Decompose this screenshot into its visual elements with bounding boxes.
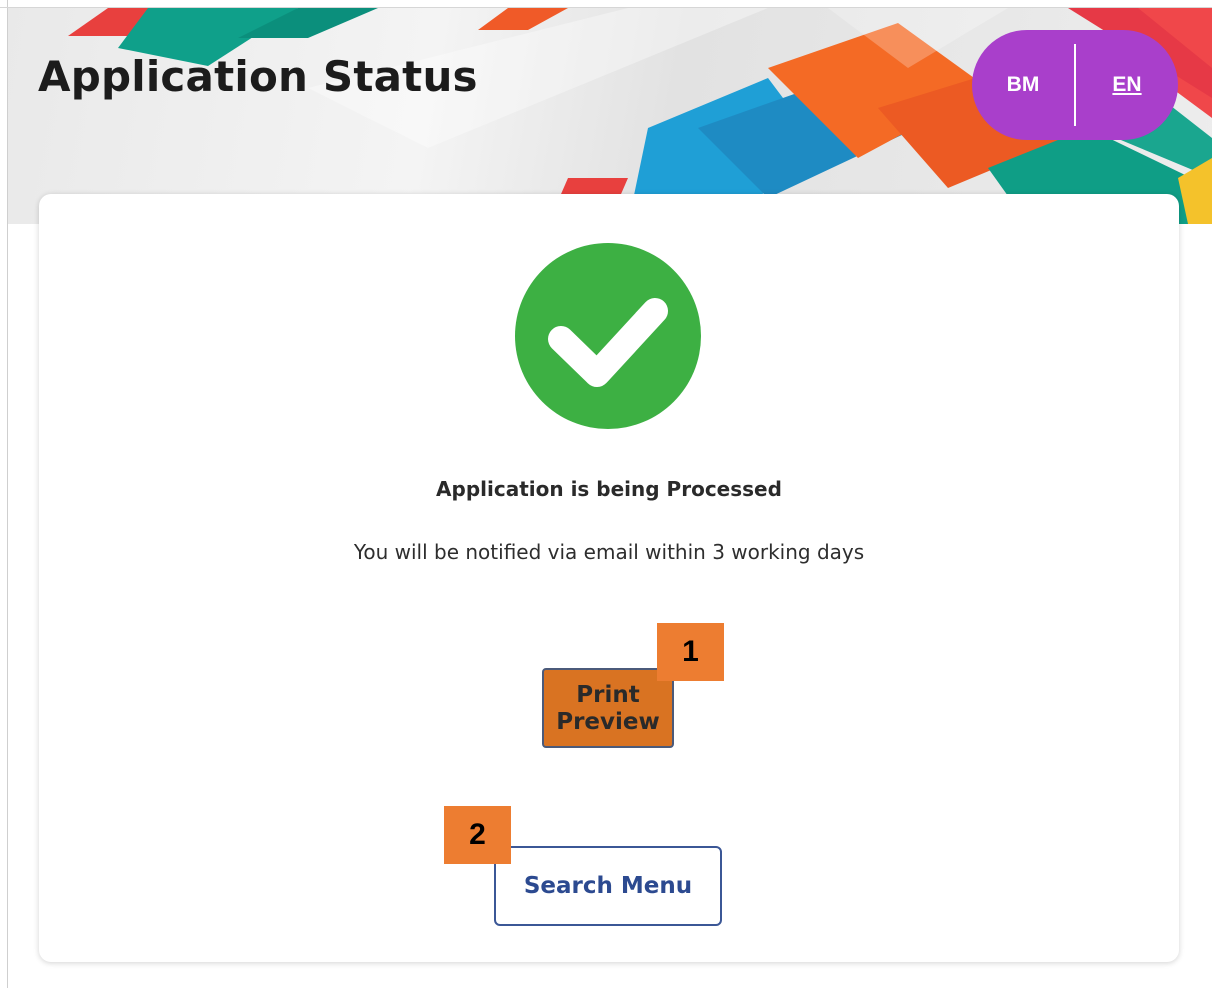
status-message: You will be notified via email within 3 … <box>353 540 865 564</box>
search-menu-button[interactable]: Search Menu <box>494 846 722 926</box>
language-option-en[interactable]: EN <box>1076 73 1178 97</box>
status-card: Application is being Processed You will … <box>39 194 1179 962</box>
annotation-marker-2: 2 <box>444 806 511 864</box>
left-border <box>7 0 8 988</box>
language-option-bm[interactable]: BM <box>972 73 1074 97</box>
status-heading: Application is being Processed <box>436 477 782 501</box>
annotation-marker-1: 1 <box>657 623 724 681</box>
print-preview-button[interactable]: Print Preview <box>542 668 674 748</box>
page-title: Application Status <box>38 52 478 101</box>
page: Application Status BM EN Application is … <box>0 0 1212 988</box>
language-toggle: BM EN <box>972 30 1178 140</box>
check-circle-icon <box>515 243 701 429</box>
top-border <box>0 7 1212 8</box>
